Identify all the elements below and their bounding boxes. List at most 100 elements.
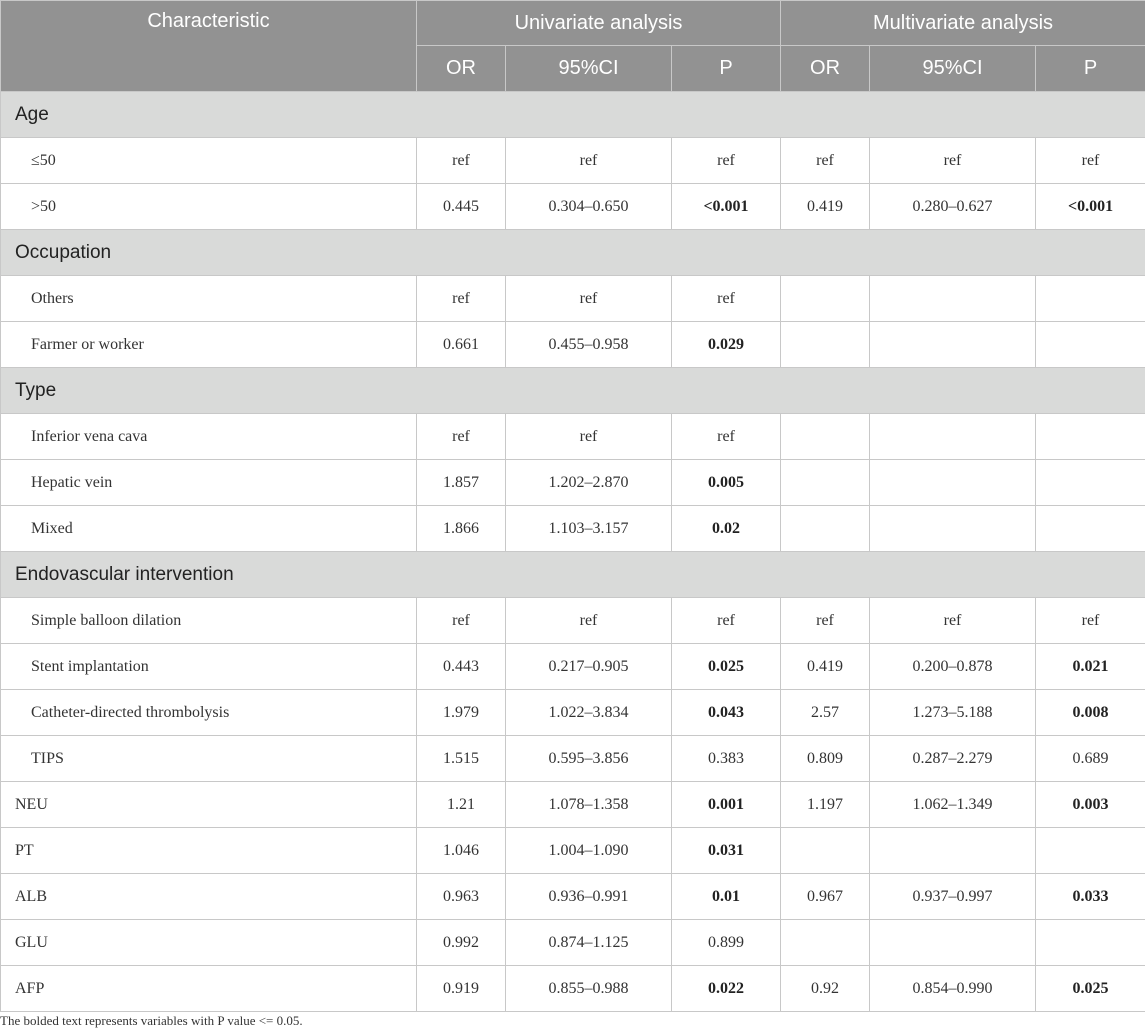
cell-multi-ci: 0.200–0.878 — [869, 643, 1037, 690]
header-univariate: Univariate analysis — [415, 0, 782, 46]
cell-multi-or — [780, 827, 871, 874]
row-label: Inferior vena cava — [0, 413, 417, 460]
cell-uni-p: 0.01 — [670, 873, 782, 920]
cell-uni-p: ref — [670, 137, 782, 184]
row-label: TIPS — [0, 735, 417, 782]
cell-multi-p: <0.001 — [1035, 183, 1145, 230]
cell-multi-or: 0.419 — [780, 643, 871, 690]
cell-multi-p: 0.033 — [1035, 873, 1145, 920]
cell-multi-p — [1035, 459, 1145, 506]
table-row: >50 0.445 0.304–0.650 <0.001 0.419 0.280–0.62… — [0, 183, 1145, 230]
cell-multi-ci: 0.287–2.279 — [869, 735, 1037, 782]
cell-uni-ci: 1.202–2.870 — [505, 459, 672, 506]
row-label: PT — [0, 827, 417, 874]
cell-uni-ci: 0.874–1.125 — [505, 919, 672, 966]
row-label: Catheter-directed thrombolysis — [0, 689, 417, 736]
table-row: Catheter-directed thrombolysis 1.979 1.022… — [0, 689, 1145, 736]
cell-multi-p: 0.008 — [1035, 689, 1145, 736]
cell-uni-ci: ref — [505, 597, 672, 644]
cell-uni-p: 0.043 — [670, 689, 782, 736]
cell-multi-ci — [869, 275, 1037, 322]
table-row: ALB 0.963 0.936–0.991 0.01 0.967 0.937–0.997 0… — [0, 873, 1145, 920]
cell-uni-or: 0.661 — [416, 321, 506, 368]
cell-multi-p — [1035, 275, 1145, 322]
cell-uni-or: 1.046 — [416, 827, 506, 874]
cell-multi-p: 0.025 — [1035, 965, 1145, 1012]
cell-uni-ci: 0.217–0.905 — [505, 643, 672, 690]
cell-multi-p: ref — [1035, 597, 1145, 644]
row-label: NEU — [0, 781, 417, 828]
cell-multi-ci — [869, 505, 1037, 552]
cell-multi-ci: ref — [869, 137, 1037, 184]
table-row: Hepatic vein 1.857 1.202–2.870 0.005 — [0, 459, 1145, 506]
cell-uni-or: ref — [416, 413, 506, 460]
header-multi-p: P — [1035, 45, 1145, 92]
cell-uni-p: 0.001 — [670, 781, 782, 828]
cell-multi-ci: ref — [869, 597, 1037, 644]
header-multi-or: OR — [780, 45, 871, 92]
cell-multi-ci: 1.062–1.349 — [869, 781, 1037, 828]
table-row: PT 1.046 1.004–1.090 0.031 — [0, 827, 1145, 874]
header-uni-p: P — [670, 45, 782, 92]
header-uni-ci: 95%CI — [505, 45, 672, 92]
cell-multi-or: 0.967 — [780, 873, 871, 920]
cell-uni-or: 1.866 — [416, 505, 506, 552]
cell-multi-or: ref — [780, 597, 871, 644]
row-label: Stent implantation — [0, 643, 417, 690]
cell-uni-p: 0.899 — [670, 919, 782, 966]
cell-multi-p: 0.003 — [1035, 781, 1145, 828]
table-row: Stent implantation 0.443 0.217–0.905 0.025 0… — [0, 643, 1145, 690]
row-label: >50 — [0, 183, 417, 230]
cell-uni-p: 0.022 — [670, 965, 782, 1012]
cell-uni-or: 1.21 — [416, 781, 506, 828]
table-row: Mixed 1.866 1.103–3.157 0.02 — [0, 505, 1145, 552]
cell-multi-ci — [869, 827, 1037, 874]
row-label: Mixed — [0, 505, 417, 552]
cell-uni-ci: 1.022–3.834 — [505, 689, 672, 736]
cell-multi-ci — [869, 919, 1037, 966]
cell-multi-p — [1035, 919, 1145, 966]
header-characteristic: Characteristic — [0, 0, 417, 92]
table-row: GLU 0.992 0.874–1.125 0.899 — [0, 919, 1145, 966]
group-label: Type — [0, 367, 1145, 414]
row-label: Others — [0, 275, 417, 322]
cell-uni-or: 1.515 — [416, 735, 506, 782]
cell-multi-or: 1.197 — [780, 781, 871, 828]
cell-multi-ci — [869, 413, 1037, 460]
row-label: GLU — [0, 919, 417, 966]
cell-multi-or: 0.419 — [780, 183, 871, 230]
header-uni-or: OR — [416, 45, 506, 92]
cell-uni-or: 0.992 — [416, 919, 506, 966]
cell-multi-or — [780, 505, 871, 552]
cell-uni-or: 0.963 — [416, 873, 506, 920]
cell-uni-or: 0.919 — [416, 965, 506, 1012]
cell-multi-p: 0.021 — [1035, 643, 1145, 690]
cell-uni-ci: 1.004–1.090 — [505, 827, 672, 874]
cell-uni-ci: ref — [505, 413, 672, 460]
cell-multi-or — [780, 919, 871, 966]
header-multi-ci: 95%CI — [869, 45, 1037, 92]
cell-uni-or: ref — [416, 137, 506, 184]
cell-multi-p — [1035, 827, 1145, 874]
results-table: Characteristic Univariate analysis Multi… — [0, 0, 1145, 1012]
cell-uni-ci: 0.595–3.856 — [505, 735, 672, 782]
group-row: Type — [0, 367, 1145, 414]
cell-uni-p: 0.025 — [670, 643, 782, 690]
cell-uni-ci: 1.078–1.358 — [505, 781, 672, 828]
cell-uni-p: 0.02 — [670, 505, 782, 552]
cell-multi-or: 2.57 — [780, 689, 871, 736]
cell-uni-p: <0.001 — [670, 183, 782, 230]
row-label: Hepatic vein — [0, 459, 417, 506]
cell-uni-or: ref — [416, 275, 506, 322]
cell-multi-p — [1035, 321, 1145, 368]
group-row: Endovascular intervention — [0, 551, 1145, 598]
table-header: Characteristic Univariate analysis Multi… — [0, 0, 1145, 92]
cell-multi-ci: 0.854–0.990 — [869, 965, 1037, 1012]
cell-multi-ci: 0.937–0.997 — [869, 873, 1037, 920]
cell-uni-p: ref — [670, 413, 782, 460]
cell-multi-p — [1035, 505, 1145, 552]
table-footnote: The bolded text represents variables wit… — [0, 1013, 303, 1028]
table-row: Others ref ref ref — [0, 275, 1145, 322]
cell-multi-or: ref — [780, 137, 871, 184]
cell-uni-ci: 0.455–0.958 — [505, 321, 672, 368]
